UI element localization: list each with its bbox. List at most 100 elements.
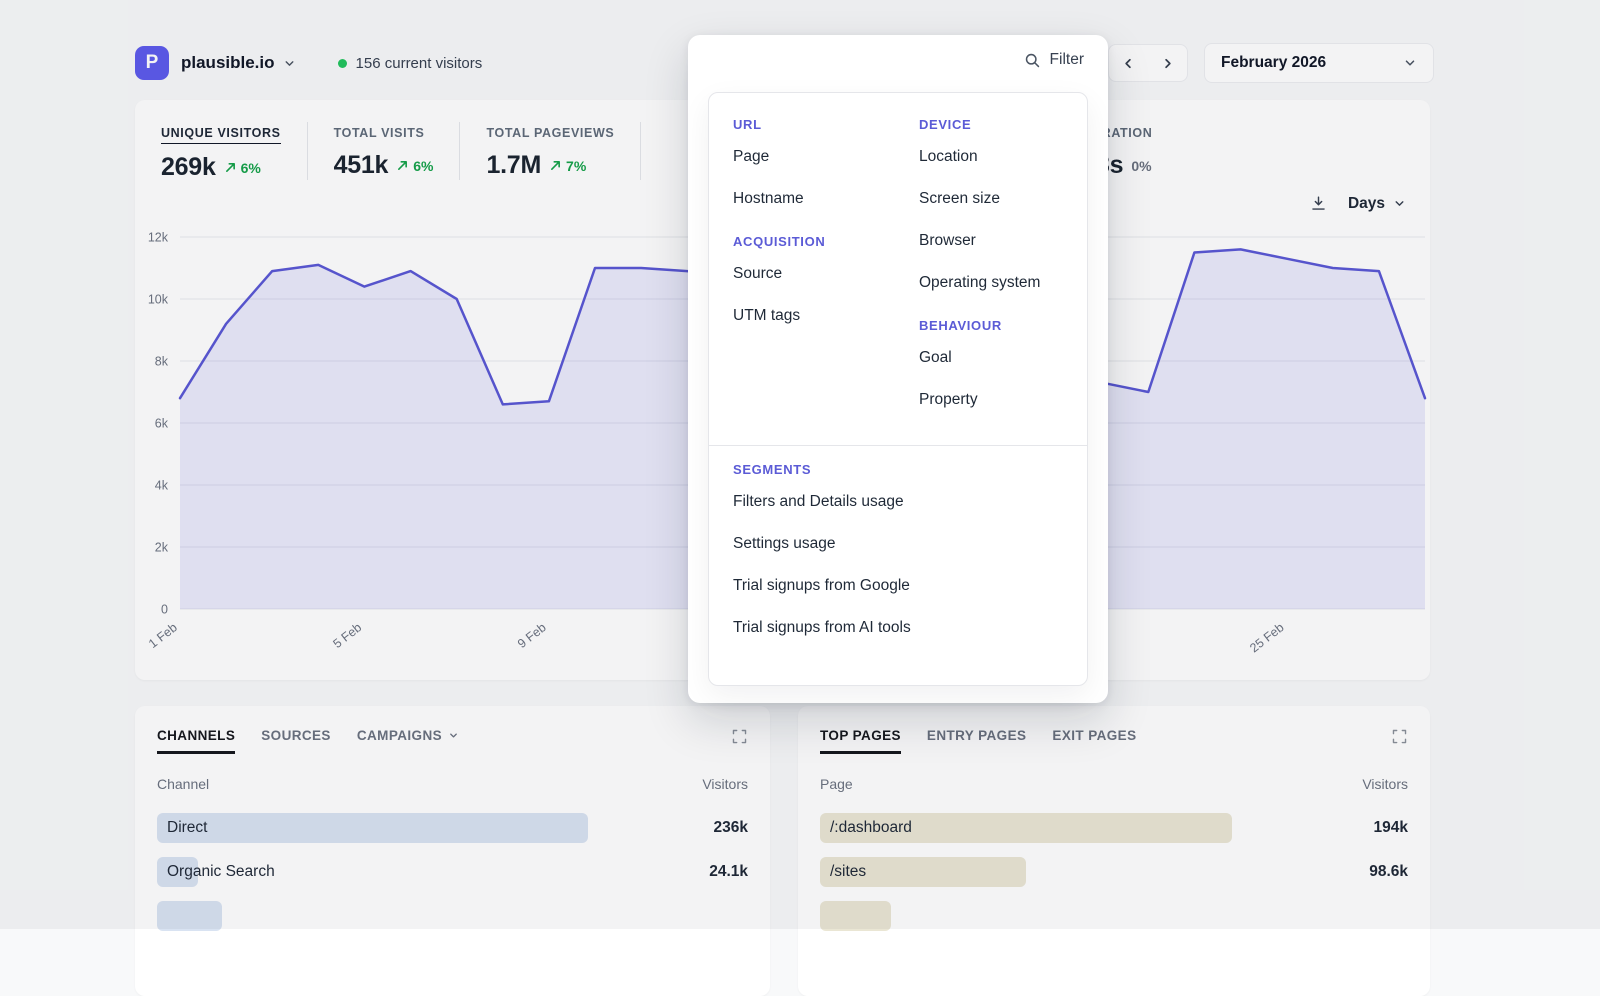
table-row-partial[interactable] xyxy=(820,894,1408,938)
trend-up-icon xyxy=(224,161,237,174)
tab-entry-pages[interactable]: ENTRY PAGES xyxy=(927,728,1026,754)
tab-label: CAMPAIGNS xyxy=(357,728,442,743)
tab-label: ENTRY PAGES xyxy=(927,728,1026,743)
filter-col-left: URLPageHostname ACQUISITION SourceUTM tags xyxy=(733,117,919,435)
metric-change-value: 7% xyxy=(566,158,586,174)
filter-group-title: ACQUISITION xyxy=(733,234,919,249)
date-nav xyxy=(1108,44,1188,82)
filter-button-label: Filter xyxy=(1050,51,1084,69)
metric-total-visits[interactable]: TOTAL VISITS451k6% xyxy=(307,122,460,180)
tab-exit-pages[interactable]: EXIT PAGES xyxy=(1052,728,1136,754)
row-bar xyxy=(157,901,222,931)
chart-controls: Days xyxy=(1309,194,1406,213)
date-range-label: February 2026 xyxy=(1221,54,1326,72)
svg-text:12k: 12k xyxy=(148,231,169,245)
filter-item-browser[interactable]: Browser xyxy=(919,220,1063,262)
tab-channels[interactable]: CHANNELS xyxy=(157,728,235,754)
svg-text:9 Feb: 9 Feb xyxy=(515,620,549,651)
svg-text:8k: 8k xyxy=(155,355,169,369)
filter-item-settings-usage[interactable]: Settings usage xyxy=(733,523,1063,565)
chevron-down-icon xyxy=(1403,56,1417,70)
download-icon xyxy=(1309,194,1328,213)
row-label: Organic Search xyxy=(167,863,275,881)
expand-channels-button[interactable] xyxy=(731,728,748,745)
filter-item-filters-and-details-usage[interactable]: Filters and Details usage xyxy=(733,481,1063,523)
table-row-sites[interactable]: /sites98.6k xyxy=(820,850,1408,894)
filter-item-property[interactable]: Property xyxy=(919,379,1063,421)
filter-item-operating-system[interactable]: Operating system xyxy=(919,262,1063,304)
filter-group-behaviour: BEHAVIOUR GoalProperty xyxy=(919,318,1063,421)
filter-button[interactable]: Filter xyxy=(1024,51,1084,69)
next-period-button[interactable] xyxy=(1148,45,1187,81)
channels-tabs-row: CHANNELS SOURCES CAMPAIGNS xyxy=(157,728,748,754)
current-visitors[interactable]: 156 current visitors xyxy=(338,55,483,72)
expand-pages-button[interactable] xyxy=(1391,728,1408,745)
column-header: Visitors xyxy=(1362,776,1408,792)
table-row-organic-search[interactable]: Organic Search 24.1k xyxy=(157,850,748,894)
metric-change: 6% xyxy=(396,158,433,174)
filter-item-hostname[interactable]: Hostname xyxy=(733,178,919,220)
filter-item-location[interactable]: Location xyxy=(919,136,1063,178)
metric-change-value: 6% xyxy=(413,158,433,174)
date-range-selector[interactable]: February 2026 xyxy=(1204,43,1434,83)
svg-text:0: 0 xyxy=(161,603,168,617)
filter-group-segments: SEGMENTS Filters and Details usageSetting… xyxy=(733,462,1063,649)
current-visitors-label: 156 current visitors xyxy=(356,55,483,72)
pages-card: TOP PAGES ENTRY PAGES EXIT PAGES Page Visi… xyxy=(798,706,1430,996)
filter-item-trial-signups-from-ai-tools[interactable]: Trial signups from AI tools xyxy=(733,607,1063,649)
prev-period-button[interactable] xyxy=(1109,45,1148,81)
metric-value-row: 451k 6% xyxy=(334,151,434,180)
filter-item-trial-signups-from-google[interactable]: Trial signups from Google xyxy=(733,565,1063,607)
svg-text:10k: 10k xyxy=(148,293,169,307)
download-button[interactable] xyxy=(1309,194,1328,213)
column-header: Page xyxy=(820,776,853,792)
metric-total-pageviews[interactable]: TOTAL PAGEVIEWS1.7M7% xyxy=(459,122,641,180)
svg-text:5 Feb: 5 Feb xyxy=(330,620,364,651)
table-row-partial[interactable] xyxy=(157,894,748,938)
site-switcher[interactable]: P plausible.io xyxy=(135,46,296,80)
tab-label: EXIT PAGES xyxy=(1052,728,1136,743)
tab-campaigns[interactable]: CAMPAIGNS xyxy=(357,728,459,754)
plausible-dashboard: P plausible.io 156 current visitors Febr… xyxy=(0,0,1600,929)
filter-col-right: DEVICE LocationScreen sizeBrowserOperatin… xyxy=(919,117,1063,435)
chevron-left-icon xyxy=(1121,56,1136,71)
interval-selector[interactable]: Days xyxy=(1348,195,1406,213)
table-row-direct[interactable]: Direct236k xyxy=(157,806,748,850)
channels-tabs: CHANNELS SOURCES CAMPAIGNS xyxy=(157,728,459,754)
filter-item-utm-tags[interactable]: UTM tags xyxy=(733,295,919,337)
pages-tabs-row: TOP PAGES ENTRY PAGES EXIT PAGES xyxy=(820,728,1408,754)
pages-tabs: TOP PAGES ENTRY PAGES EXIT PAGES xyxy=(820,728,1136,754)
metric-unique-visitors[interactable]: UNIQUE VISITORS269k6% xyxy=(161,122,307,182)
table-row-dashboard[interactable]: /:dashboard 194k xyxy=(820,806,1408,850)
row-value: 194k xyxy=(1374,819,1408,837)
filter-item-source[interactable]: Source xyxy=(733,253,919,295)
column-header: Channel xyxy=(157,776,209,792)
metric-change: 0% xyxy=(1131,158,1151,174)
filter-group-acquisition: ACQUISITION SourceUTM tags xyxy=(733,234,919,337)
filter-group-title: DEVICE xyxy=(919,117,1063,132)
filter-group-title: SEGMENTS xyxy=(733,462,1063,477)
filter-item-screen-size[interactable]: Screen size xyxy=(919,178,1063,220)
row-label: /:dashboard xyxy=(830,819,912,837)
metric-value: 451k xyxy=(334,151,389,180)
metric-value: 269k xyxy=(161,153,216,182)
chevron-down-icon xyxy=(283,57,296,70)
tab-sources[interactable]: SOURCES xyxy=(261,728,331,754)
tab-top-pages[interactable]: TOP PAGES xyxy=(820,728,901,754)
filter-item-page[interactable]: Page xyxy=(733,136,919,178)
metric-change: 7% xyxy=(549,158,586,174)
column-header: Visitors xyxy=(702,776,748,792)
chevron-down-icon xyxy=(1393,197,1406,210)
tab-label: SOURCES xyxy=(261,728,331,743)
chevron-down-icon xyxy=(448,730,459,741)
filter-group-url: URLPageHostname xyxy=(733,117,919,220)
row-value: 24.1k xyxy=(709,863,748,881)
divider xyxy=(709,445,1087,446)
expand-icon xyxy=(731,728,748,745)
metric-value: 1.7M xyxy=(486,151,541,180)
interval-label: Days xyxy=(1348,195,1385,213)
filter-item-goal[interactable]: Goal xyxy=(919,337,1063,379)
filter-group-title: BEHAVIOUR xyxy=(919,318,1063,333)
svg-text:1 Feb: 1 Feb xyxy=(146,620,180,651)
plausible-logo-icon: P xyxy=(135,46,169,80)
